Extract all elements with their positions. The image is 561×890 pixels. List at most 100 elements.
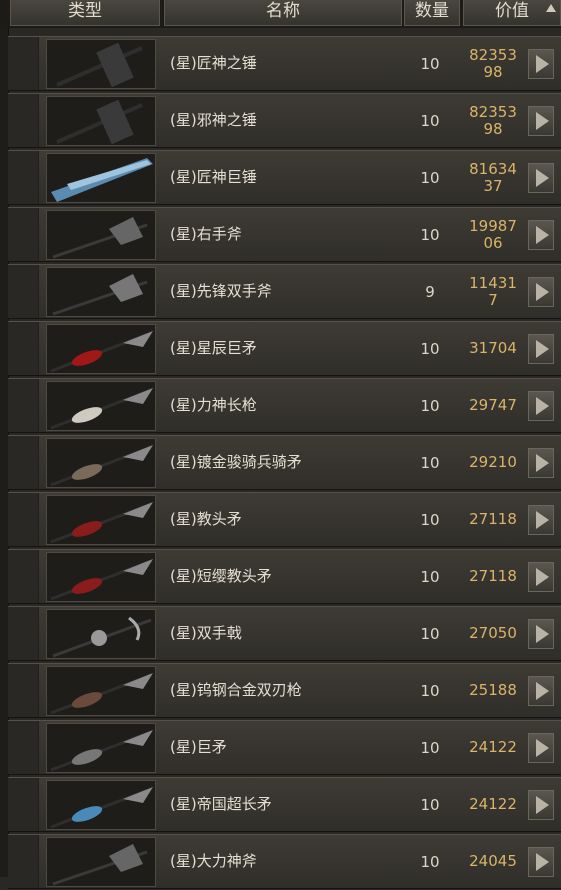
- select-arrow-button[interactable]: [528, 448, 554, 478]
- row-slot: [8, 94, 39, 147]
- item-row[interactable]: (星)邪神之锤 10 82353 98: [8, 93, 561, 148]
- select-arrow-button[interactable]: [528, 619, 554, 649]
- item-value: 27050: [460, 607, 526, 660]
- item-value-line1: 29210: [469, 453, 517, 471]
- select-arrow-button[interactable]: [528, 334, 554, 364]
- item-value-line1: 82353: [469, 45, 517, 64]
- item-row[interactable]: (星)双手戟 10 27050: [8, 606, 561, 661]
- item-value: 11431 7: [460, 265, 526, 318]
- item-thumbnail: [46, 267, 156, 317]
- spear-icon: [50, 388, 153, 430]
- header-type-label: 类型: [68, 1, 102, 21]
- item-name: (星)力神长枪: [170, 396, 257, 414]
- item-name: (星)教头矛: [170, 510, 242, 528]
- spear-icon: [50, 331, 153, 373]
- spear-icon: [50, 673, 153, 715]
- select-arrow-button[interactable]: [528, 562, 554, 592]
- item-row[interactable]: (星)匠神巨锤 10 81634 37: [8, 150, 561, 205]
- item-row[interactable]: (星)短缨教头矛 10 27118: [8, 549, 561, 604]
- row-slot: [8, 436, 39, 489]
- header-value[interactable]: 价值: [463, 0, 561, 26]
- item-value-line1: 29747: [469, 396, 517, 414]
- item-row[interactable]: (星)大力神斧 10 24045: [8, 834, 561, 889]
- item-name: (星)星辰巨矛: [170, 339, 257, 357]
- item-value: 29747: [460, 379, 526, 432]
- item-name: (星)巨矛: [170, 738, 227, 756]
- select-arrow-button[interactable]: [528, 847, 554, 877]
- item-value-line1: 24122: [469, 795, 517, 813]
- item-thumbnail: [46, 723, 156, 773]
- item-row[interactable]: (星)星辰巨矛 10 31704: [8, 321, 561, 376]
- select-arrow-button[interactable]: [528, 220, 554, 250]
- header-quantity[interactable]: 数量: [404, 0, 460, 26]
- select-arrow-button[interactable]: [528, 391, 554, 421]
- select-arrow-button[interactable]: [528, 790, 554, 820]
- spear-icon: [50, 445, 153, 487]
- select-arrow-button[interactable]: [528, 49, 554, 79]
- item-name: (星)匠神巨锤: [170, 168, 257, 186]
- item-value-line1: 82353: [469, 102, 517, 121]
- item-name: (星)匠神之锤: [170, 54, 257, 72]
- axe-icon: [52, 844, 148, 886]
- item-quantity: 10: [420, 568, 440, 586]
- item-row[interactable]: (星)匠神之锤 10 82353 98: [8, 36, 561, 91]
- item-value-line2: 37: [483, 176, 503, 195]
- item-name: (星)右手斧: [170, 225, 242, 243]
- header-name[interactable]: 名称: [164, 0, 402, 26]
- item-quantity: 10: [420, 625, 440, 643]
- item-value: 19987 06: [460, 208, 526, 261]
- item-row[interactable]: (星)先锋双手斧 9 11431 7: [8, 264, 561, 319]
- item-value-line2: 98: [483, 62, 503, 81]
- header-name-label: 名称: [266, 1, 300, 21]
- item-value-line1: 25188: [469, 681, 517, 699]
- item-row[interactable]: (星)钨钢合金双刃枪 10 25188: [8, 663, 561, 718]
- item-name: (星)短缨教头矛: [170, 567, 272, 585]
- header-quantity-label: 数量: [415, 1, 449, 21]
- item-quantity: 10: [420, 55, 440, 73]
- blade-icon: [51, 158, 153, 202]
- select-arrow-button[interactable]: [528, 106, 554, 136]
- item-thumbnail: [46, 495, 156, 545]
- row-slot: [8, 322, 39, 375]
- spear-icon: [50, 730, 153, 772]
- item-value: 24122: [460, 778, 526, 831]
- item-quantity: 10: [420, 454, 440, 472]
- row-slot: [8, 493, 39, 546]
- item-row[interactable]: (星)帝国超长矛 10 24122: [8, 777, 561, 832]
- hammer-icon: [56, 42, 143, 88]
- item-quantity: 10: [420, 682, 440, 700]
- select-arrow-button[interactable]: [528, 676, 554, 706]
- item-quantity: 10: [420, 511, 440, 529]
- table-header: 类型 名称 数量 价值: [0, 0, 561, 28]
- item-row[interactable]: (星)教头矛 10 27118: [8, 492, 561, 547]
- item-quantity: 9: [425, 283, 435, 301]
- spear-icon: [50, 559, 153, 601]
- select-arrow-button[interactable]: [528, 733, 554, 763]
- select-arrow-button[interactable]: [528, 277, 554, 307]
- row-slot: [8, 778, 39, 831]
- item-value-line2: 06: [483, 233, 503, 252]
- select-arrow-button[interactable]: [528, 505, 554, 535]
- item-row[interactable]: (星)力神长枪 10 29747: [8, 378, 561, 433]
- item-thumbnail: [46, 381, 156, 431]
- row-slot: [8, 550, 39, 603]
- item-thumbnail: [46, 210, 156, 260]
- row-slot: [8, 151, 39, 204]
- row-slot: [8, 37, 39, 90]
- item-row[interactable]: (星)巨矛 10 24122: [8, 720, 561, 775]
- item-thumbnail: [46, 552, 156, 602]
- item-value: 27118: [460, 493, 526, 546]
- header-type[interactable]: 类型: [10, 0, 160, 26]
- item-value: 29210: [460, 436, 526, 489]
- hammer-icon: [56, 99, 143, 145]
- item-quantity: 10: [420, 853, 440, 871]
- select-arrow-button[interactable]: [528, 163, 554, 193]
- item-thumbnail: [46, 837, 156, 887]
- row-slot: [8, 265, 39, 318]
- item-row[interactable]: (星)右手斧 10 19987 06: [8, 207, 561, 262]
- item-row[interactable]: (星)镀金骏骑兵骑矛 10 29210: [8, 435, 561, 490]
- item-thumbnail: [46, 96, 156, 146]
- item-thumbnail: [46, 780, 156, 830]
- item-quantity: 10: [420, 340, 440, 358]
- item-value: 25188: [460, 664, 526, 717]
